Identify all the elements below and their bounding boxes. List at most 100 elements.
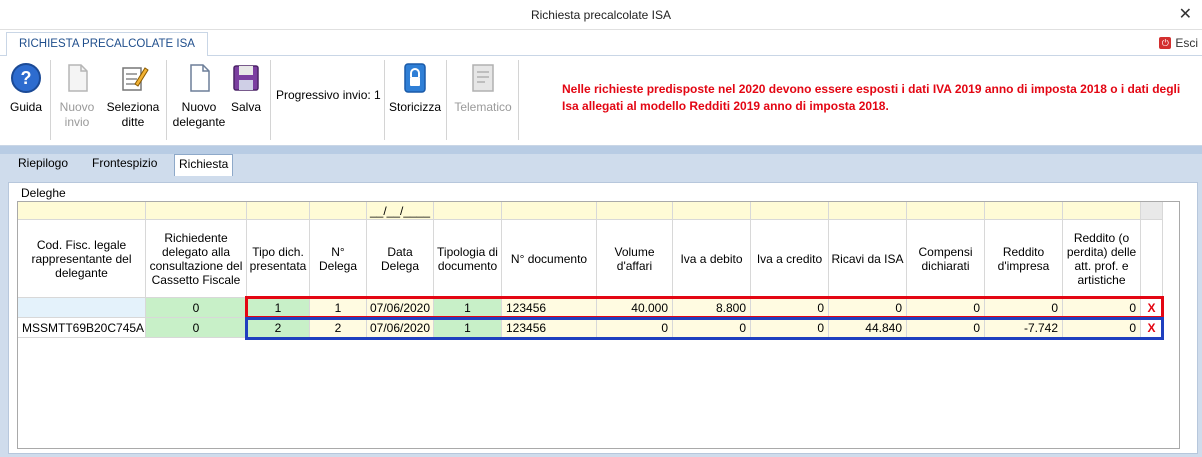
seleziona-label-1: Seleziona (106, 100, 160, 114)
progressivo-invio-text: Progressivo invio: 1 (276, 88, 381, 102)
salva-button[interactable]: Salva (228, 62, 264, 115)
table-cell[interactable]: 0 (597, 318, 673, 338)
title-bar: Richiesta precalcolate ISA ✕ (0, 0, 1202, 30)
table-cell[interactable]: 07/06/2020 (367, 318, 434, 338)
nuovo-delegante-label-1: Nuovo (181, 100, 217, 114)
column-header: Richiedente delegato alla consultazione … (146, 220, 247, 298)
filter-cell[interactable] (310, 202, 367, 220)
table-cell[interactable]: 1 (434, 298, 502, 318)
tab-riepilogo[interactable]: Riepilogo (14, 154, 72, 174)
nuovo-delegante-button[interactable]: Nuovo delegante (172, 62, 226, 130)
seleziona-label-2: ditte (121, 115, 145, 129)
storicizza-label: Storicizza (388, 100, 441, 114)
table-cell[interactable]: 1 (310, 298, 367, 318)
page-tab-strip: Riepilogo Frontespizio Richiesta (0, 154, 1202, 176)
table-cell[interactable]: 1 (434, 318, 502, 338)
delete-row-button[interactable]: X (1141, 318, 1163, 338)
close-icon[interactable]: ✕ (1179, 4, 1192, 24)
filter-cell[interactable] (1063, 202, 1141, 220)
telematico-label: Telematico (454, 100, 512, 114)
filter-cell[interactable] (146, 202, 247, 220)
info-message: Nelle richieste predisposte nel 2020 dev… (562, 82, 1181, 113)
column-header: N° documento (502, 220, 597, 298)
table-cell[interactable]: 0 (1063, 298, 1141, 318)
filter-cell[interactable] (247, 202, 310, 220)
table-cell[interactable]: 0 (907, 318, 985, 338)
nuovo-delegante-label-2: delegante (172, 115, 226, 129)
content-area: Deleghe __/__/____ Cod. Fisc. legale rapp… (0, 176, 1202, 457)
column-header: Compensi dichiarati (907, 220, 985, 298)
table-cell[interactable]: 0 (1063, 318, 1141, 338)
toolbar-separator (270, 60, 271, 140)
table-cell[interactable]: 07/06/2020 (367, 298, 434, 318)
new-document-icon (190, 64, 210, 92)
column-header: N° Delega (310, 220, 367, 298)
telematico-button[interactable]: Telematico (450, 62, 516, 115)
new-document-icon (68, 64, 88, 92)
table-cell[interactable]: 0 (146, 298, 247, 318)
filter-cell[interactable] (1141, 202, 1163, 220)
toolbar-separator (518, 60, 519, 140)
esci-button[interactable]: ⏻ Esci (1159, 36, 1198, 50)
ribbon-tab-richiesta[interactable]: RICHIESTA PRECALCOLATE ISA (6, 32, 208, 57)
ribbon-tab-strip: RICHIESTA PRECALCOLATE ISA ⏻ Esci (0, 30, 1202, 57)
filter-cell[interactable] (434, 202, 502, 220)
table-cell[interactable]: MSSMTT69B20C745A (18, 318, 146, 338)
floppy-disk-icon (233, 65, 259, 91)
filter-cell[interactable] (18, 202, 146, 220)
table-cell[interactable]: 1 (247, 298, 310, 318)
tab-frontespizio[interactable]: Frontespizio (88, 154, 161, 174)
filter-cell[interactable] (829, 202, 907, 220)
table-cell[interactable]: 0 (751, 318, 829, 338)
nuovo-invio-label-2: invio (64, 115, 90, 129)
table-cell[interactable]: 2 (310, 318, 367, 338)
telematic-document-icon (472, 64, 494, 92)
column-header: Iva a debito (673, 220, 751, 298)
date-filter-input[interactable]: __/__/____ (367, 202, 434, 220)
seleziona-ditte-button[interactable]: Seleziona ditte (104, 62, 162, 130)
nuovo-invio-label-1: Nuovo (59, 100, 95, 114)
filter-cell[interactable] (673, 202, 751, 220)
table-cell[interactable]: 0 (146, 318, 247, 338)
table-cell[interactable]: 8.800 (673, 298, 751, 318)
filter-cell[interactable] (751, 202, 829, 220)
storicizza-button[interactable]: Storicizza (388, 62, 442, 115)
window-title: Richiesta precalcolate ISA (530, 8, 672, 22)
filter-cell[interactable] (907, 202, 985, 220)
ribbon-divider (0, 146, 1202, 154)
table-cell[interactable]: 0 (985, 298, 1063, 318)
table-cell[interactable]: 123456 (502, 298, 597, 318)
ribbon-toolbar: ? Guida Nuovo invio Seleziona ditte Nuov… (0, 56, 1202, 146)
lock-icon (404, 63, 426, 93)
table-cell[interactable]: -7.742 (985, 318, 1063, 338)
edit-list-icon (122, 67, 149, 91)
toolbar-separator (384, 60, 385, 140)
column-header: Tipo dich. presentata (247, 220, 310, 298)
deleghe-groupbox: Deleghe __/__/____ Cod. Fisc. legale rapp… (8, 182, 1198, 454)
column-header: Data Delega (367, 220, 434, 298)
column-header: Volume d'affari (597, 220, 673, 298)
filter-cell[interactable] (502, 202, 597, 220)
table-cell[interactable]: 40.000 (597, 298, 673, 318)
group-title: Deleghe (19, 186, 68, 200)
tab-richiesta[interactable]: Richiesta (174, 154, 234, 176)
column-header: Iva a credito (751, 220, 829, 298)
table-cell[interactable]: 123456 (502, 318, 597, 338)
filter-cell[interactable] (985, 202, 1063, 220)
table-cell[interactable]: 0 (907, 298, 985, 318)
nuovo-invio-button[interactable]: Nuovo invio (55, 62, 99, 130)
table-cell[interactable]: 0 (673, 318, 751, 338)
column-header: Reddito (o perdita) delle att. prof. e a… (1063, 220, 1141, 298)
table-cell[interactable]: 44.840 (829, 318, 907, 338)
guida-label: Guida (9, 100, 43, 114)
salva-label: Salva (230, 100, 262, 114)
table-cell[interactable] (18, 298, 146, 318)
filter-cell[interactable] (597, 202, 673, 220)
table-cell[interactable]: 2 (247, 318, 310, 338)
delete-row-button[interactable]: X (1141, 298, 1163, 318)
table-cell[interactable]: 0 (751, 298, 829, 318)
help-icon: ? (11, 63, 41, 93)
column-header (1141, 220, 1163, 298)
table-cell[interactable]: 0 (829, 298, 907, 318)
guida-button[interactable]: ? Guida (6, 62, 46, 115)
